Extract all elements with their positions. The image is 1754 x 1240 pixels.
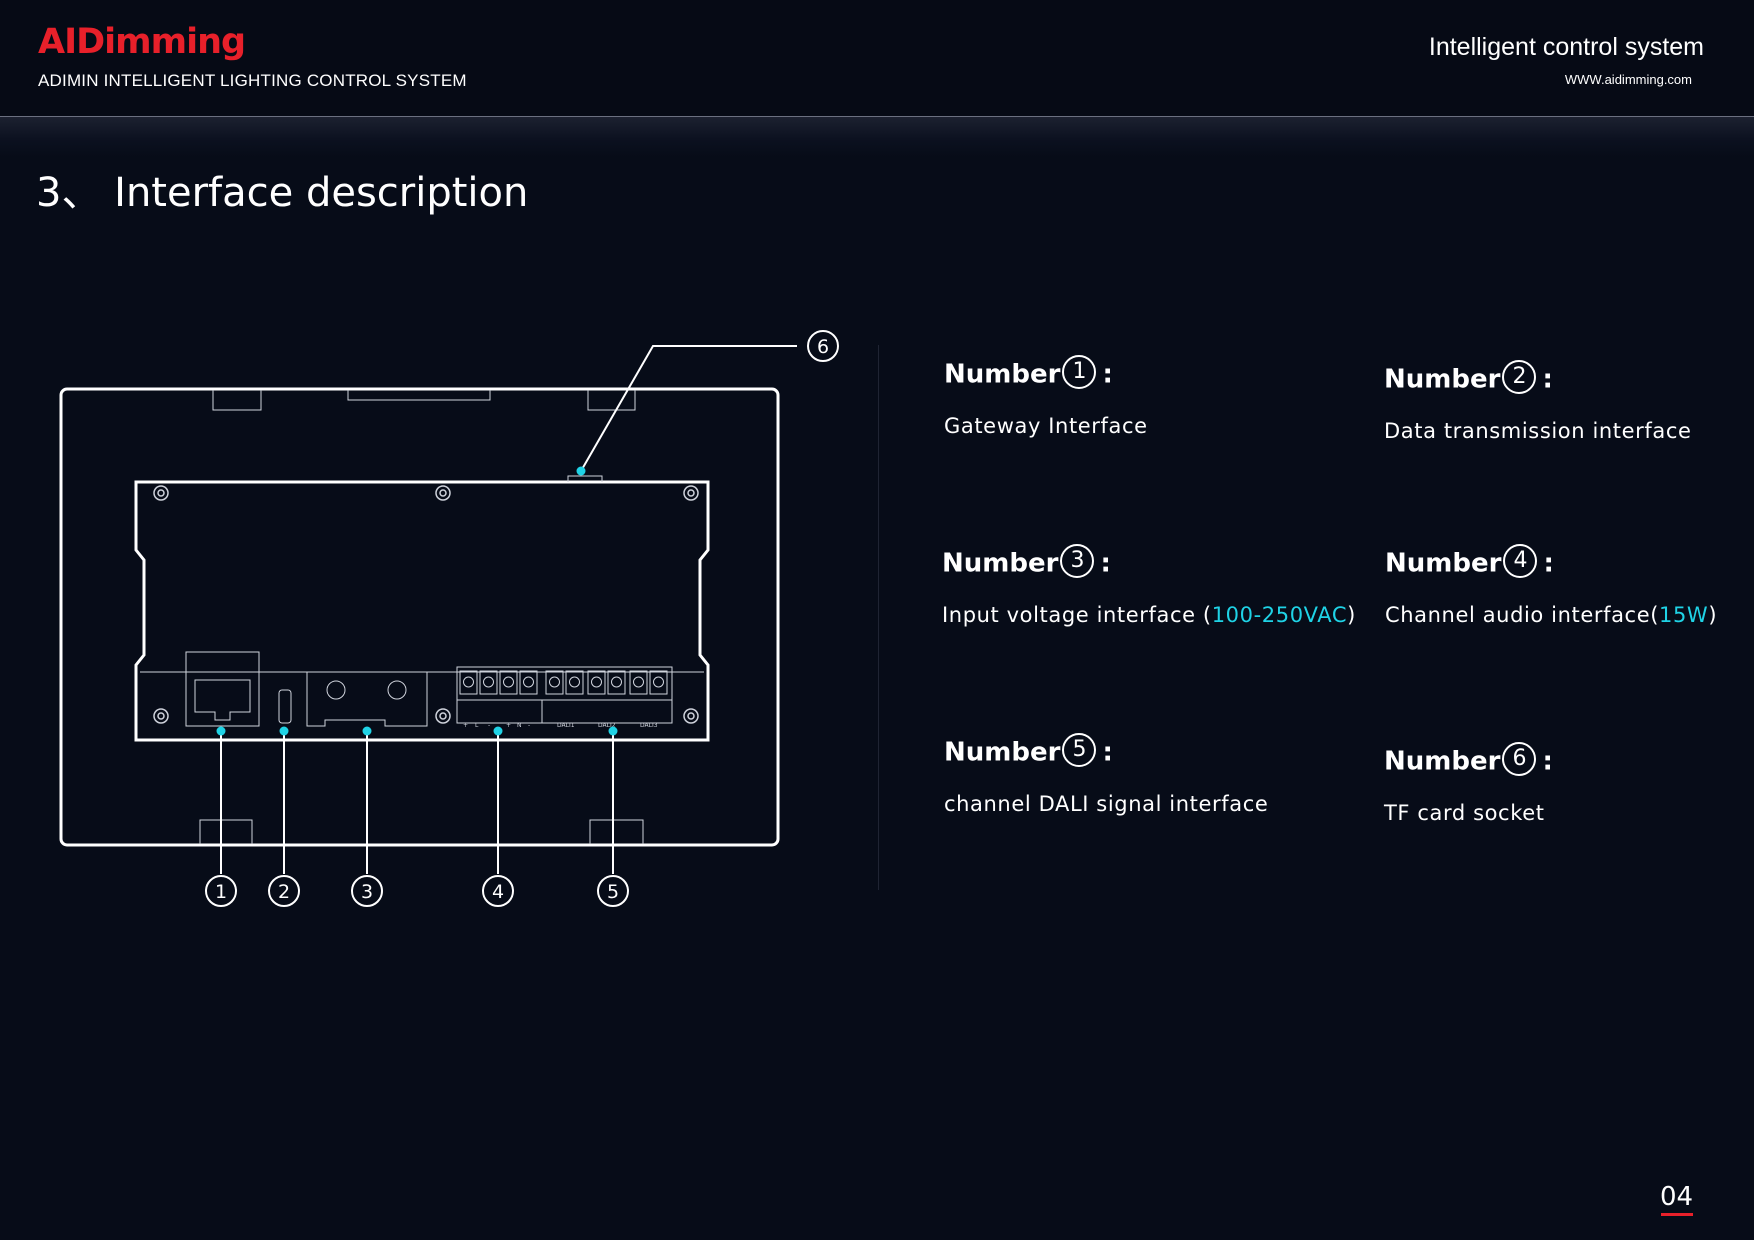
interface-item-5: Number 5: channel DALI signal interface (944, 733, 1269, 816)
screw-hole (435, 708, 451, 724)
pin-label: - (488, 722, 490, 729)
outer-tab (347, 390, 491, 401)
item-description: channel DALI signal interface (944, 792, 1269, 816)
outer-tab (199, 819, 253, 844)
number-badge: 2 (1502, 360, 1537, 394)
header-website: WWW.aidimming.com (1564, 72, 1692, 87)
callout-dot (576, 466, 586, 476)
item-heading: Number 5: (944, 733, 1268, 770)
callout-number: 1 (215, 881, 227, 903)
callout-number: 4 (492, 881, 504, 903)
voltage-value: 100-250VAC (1211, 603, 1348, 627)
number-badge: 3 (1060, 544, 1095, 578)
power-value: 15W (1659, 603, 1709, 627)
callout-number: 6 (817, 336, 829, 358)
item-heading: Number 6: (1384, 742, 1553, 779)
screw-hole (435, 485, 451, 501)
outer-tab (589, 819, 644, 844)
interface-item-6: Number 6: TF card socket (1384, 742, 1553, 825)
device-diagram: + L - + N - DALI1 DALI2 DALI3 1 2 3 4 5 … (59, 330, 839, 907)
outer-panel (59, 387, 780, 847)
screw-hole (153, 485, 169, 501)
callout-dot (608, 726, 618, 736)
usb-port (278, 689, 292, 724)
item-description: Input voltage interface (100-250VAC) (942, 603, 1356, 627)
pin-label: - (528, 722, 530, 729)
outer-tab (587, 390, 636, 411)
callout-dot (216, 726, 226, 736)
number-badge: 4 (1503, 544, 1538, 578)
inner-board (134, 480, 710, 742)
ethernet-port (185, 651, 260, 727)
pin-label: N (517, 722, 522, 729)
page-number: 04 (1660, 1182, 1694, 1212)
pin-label: + (463, 722, 468, 729)
interface-item-2: Number 2: Data transmission interface (1384, 360, 1692, 443)
outer-tab (212, 390, 262, 411)
terminal-label: DALI3 (640, 722, 658, 729)
item-heading: Number 2: (1384, 360, 1692, 397)
interface-item-1: Number 1: Gateway Interface (944, 355, 1148, 438)
number-badge: 6 (1502, 742, 1537, 776)
callout-number: 3 (361, 881, 373, 903)
header-tagline: Intelligent control system (1428, 33, 1704, 61)
callout-number: 2 (278, 881, 290, 903)
item-heading: Number 1: (944, 355, 1148, 392)
callout-number: 5 (607, 881, 619, 903)
screw-hole (683, 708, 699, 724)
terminal-label: DALI1 (557, 722, 575, 729)
column-divider (878, 345, 879, 890)
callout-dot (493, 726, 503, 736)
item-heading: Number 3: (942, 544, 1356, 581)
interface-item-3: Number 3: Input voltage interface (100-25… (942, 544, 1356, 627)
item-description: Channel audio interface(15W) (1385, 603, 1718, 627)
screw-hole (683, 485, 699, 501)
item-description: Data transmission interface (1384, 419, 1692, 443)
callout-dot (362, 726, 372, 736)
interface-item-4: Number 4: Channel audio interface(15W) (1385, 544, 1718, 627)
pin-label: + (506, 722, 511, 729)
screw-hole (153, 708, 169, 724)
item-description: Gateway Interface (944, 414, 1148, 438)
page-number-underline (1661, 1213, 1693, 1216)
item-heading: Number 4: (1385, 544, 1717, 581)
item-description: TF card socket (1384, 801, 1545, 825)
callout-dot (279, 726, 289, 736)
number-badge: 1 (1062, 355, 1097, 389)
number-badge: 5 (1062, 733, 1097, 767)
